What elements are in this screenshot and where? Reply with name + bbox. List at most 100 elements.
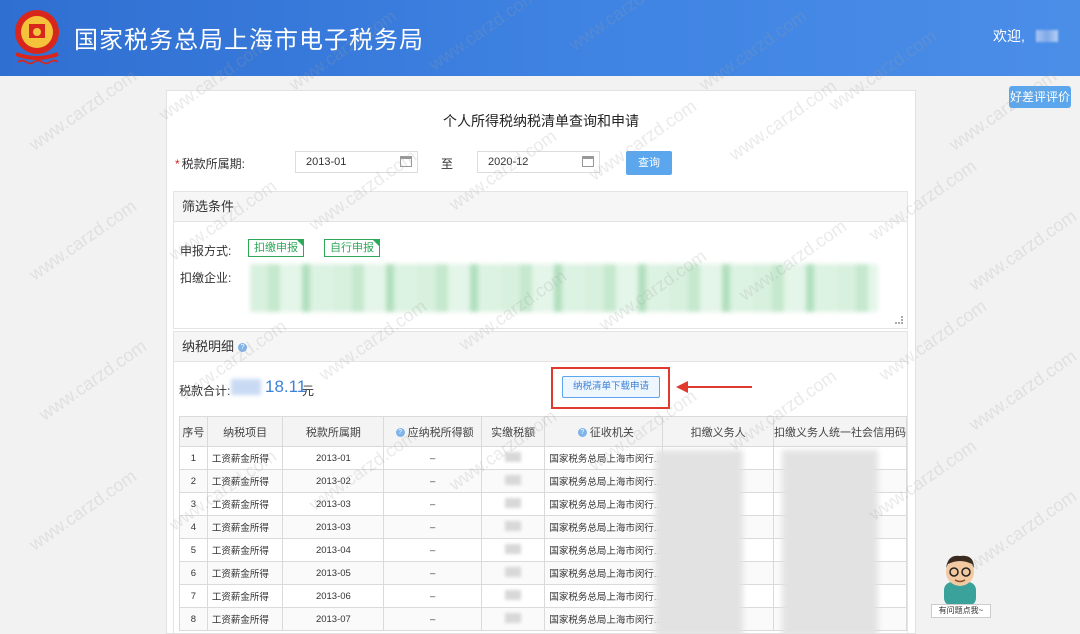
cell-period: 2013-04 — [282, 538, 385, 562]
page-title: 个人所得税纳税清单查询和申请 — [443, 113, 639, 129]
cell-index: 6 — [179, 561, 208, 585]
period-label: * 税款所属期: — [175, 155, 245, 172]
total-unit: 元 — [302, 384, 315, 398]
total-masked-digits — [231, 379, 261, 395]
cell-authority: 国家税务总局上海市闵行... — [544, 515, 664, 539]
cell-authority: 国家税务总局上海市闵行... — [544, 538, 664, 562]
enterprise-list-masked[interactable] — [250, 264, 878, 312]
date-to-input[interactable]: 2020-12 — [477, 151, 600, 173]
cell-taxable-income: – — [383, 446, 482, 470]
cell-taxable-income: – — [383, 561, 482, 585]
query-button[interactable]: 查询 — [626, 151, 672, 175]
help-icon[interactable]: ? — [395, 428, 405, 438]
tag-self-declare[interactable]: 自行申报 — [324, 239, 380, 257]
table-header-row: 序号 纳税项目 税款所属期 ? 应纳税所得额 实缴税额 ? 征收机关 扣缴义务人… — [179, 416, 908, 447]
cell-authority: 国家税务总局上海市闵行... — [544, 446, 664, 470]
col-taxable-income-text: 应纳税所得额 — [407, 426, 474, 439]
cell-paid-tax — [480, 561, 546, 585]
cell-period: 2013-07 — [282, 607, 385, 631]
cell-tax-item: 工资薪金所得 — [206, 515, 284, 539]
paid-tax-masked — [505, 589, 522, 600]
col-paid-tax: 实缴税额 — [480, 416, 546, 447]
date-from-input[interactable]: 2013-01 — [295, 151, 418, 173]
col-authority-text: 征收机关 — [589, 426, 634, 439]
cell-period: 2013-01 — [282, 446, 385, 470]
cell-tax-item: 工资薪金所得 — [206, 584, 284, 608]
cell-taxable-income: – — [383, 538, 482, 562]
watermark-text: www.carzd.com — [25, 465, 141, 555]
paid-tax-masked — [505, 612, 522, 623]
username-masked — [1036, 30, 1058, 42]
to-label: 至 — [441, 157, 454, 171]
site-title: 国家税务总局上海市电子税务局 — [74, 26, 424, 54]
download-list-request-button[interactable]: 纳税清单下载申请 — [562, 376, 660, 398]
detail-heading: 纳税明细? — [174, 332, 907, 362]
assistant-label[interactable]: 有问题点我~ — [931, 604, 991, 618]
withholder-masked — [655, 450, 743, 634]
resize-grip-icon[interactable] — [895, 316, 903, 324]
cell-index: 2 — [179, 469, 208, 493]
cell-tax-item: 工资薪金所得 — [206, 446, 284, 470]
col-index: 序号 — [179, 416, 208, 447]
help-icon[interactable]: ? — [238, 343, 248, 353]
check-corner-icon — [296, 239, 304, 247]
cell-authority: 国家税务总局上海市闵行... — [544, 607, 664, 631]
cell-index: 7 — [179, 584, 208, 608]
cell-taxable-income: – — [383, 515, 482, 539]
cell-period: 2013-06 — [282, 584, 385, 608]
cell-taxable-income: – — [383, 607, 482, 631]
watermark-text: www.carzd.com — [25, 195, 141, 285]
cell-authority: 国家税务总局上海市闵行... — [544, 584, 664, 608]
detail-heading-text: 纳税明细 — [182, 339, 235, 354]
cell-tax-item: 工资薪金所得 — [206, 561, 284, 585]
cell-period: 2013-03 — [282, 515, 385, 539]
cell-index: 8 — [179, 607, 208, 631]
col-taxable-income: ? 应纳税所得额 — [383, 416, 482, 447]
check-corner-icon — [372, 239, 380, 247]
paid-tax-masked — [505, 566, 522, 577]
welcome-text: 欢迎, — [993, 28, 1025, 44]
review-rating-button[interactable]: 好差评评价 — [1009, 86, 1071, 108]
cell-tax-item: 工资薪金所得 — [206, 607, 284, 631]
paid-tax-masked — [505, 543, 522, 554]
cell-authority: 国家税务总局上海市闵行... — [544, 561, 664, 585]
paid-tax-masked — [505, 497, 522, 508]
cell-tax-item: 工资薪金所得 — [206, 492, 284, 516]
paid-tax-masked — [505, 451, 522, 462]
tag-label: 扣缴申报 — [254, 242, 298, 254]
calendar-icon[interactable] — [582, 156, 594, 167]
help-icon[interactable]: ? — [577, 428, 587, 438]
cell-paid-tax — [480, 538, 546, 562]
main-panel: 个人所得税纳税清单查询和申请 * 税款所属期: 2013-01 至 2020-12… — [166, 90, 916, 634]
total-label: 税款合计: — [179, 384, 231, 398]
paid-tax-masked — [505, 520, 522, 531]
cell-taxable-income: – — [383, 492, 482, 516]
calendar-icon[interactable] — [400, 156, 412, 167]
date-to-value: 2020-12 — [488, 156, 529, 168]
total-value: 18.11 — [265, 377, 307, 396]
watermark-text: www.carzd.com — [35, 335, 151, 425]
paid-tax-masked — [505, 474, 522, 485]
cell-period: 2013-03 — [282, 492, 385, 516]
top-header: 国家税务总局上海市电子税务局 欢迎, — [0, 0, 1080, 76]
cell-index: 5 — [179, 538, 208, 562]
tag-withholding-declare[interactable]: 扣缴申报 — [248, 239, 304, 257]
declare-method-label: 申报方式: — [180, 244, 232, 258]
cell-index: 3 — [179, 492, 208, 516]
col-period: 税款所属期 — [282, 416, 385, 447]
cell-authority: 国家税务总局上海市闵行... — [544, 492, 664, 516]
cell-paid-tax — [480, 492, 546, 516]
enterprise-label: 扣缴企业: — [180, 271, 232, 285]
col-credit-code: 扣缴义务人统一社会信用码 — [772, 416, 908, 447]
watermark-text: www.carzd.com — [945, 65, 1061, 155]
cell-taxable-income: – — [383, 469, 482, 493]
credit-code-masked — [782, 450, 878, 634]
cell-authority: 国家税务总局上海市闵行... — [544, 469, 664, 493]
col-tax-item: 纳税项目 — [206, 416, 284, 447]
tag-label: 自行申报 — [330, 242, 374, 254]
required-mark: * — [175, 157, 180, 171]
red-arrow-icon — [676, 381, 752, 393]
cell-index: 1 — [179, 446, 208, 470]
col-withholder: 扣缴义务人 — [662, 416, 774, 447]
date-from-value: 2013-01 — [306, 156, 347, 168]
